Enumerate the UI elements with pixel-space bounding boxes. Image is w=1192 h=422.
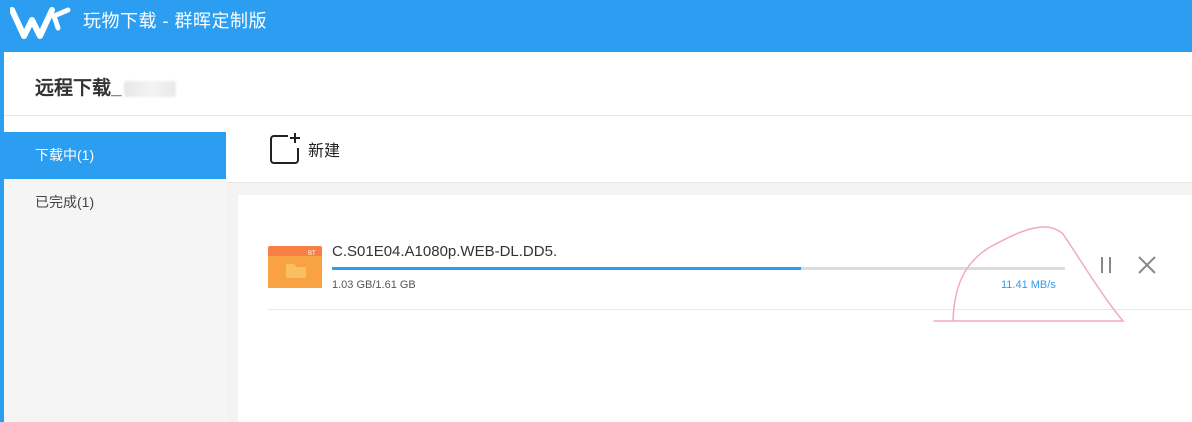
sidebar-item-completed[interactable]: 已完成(1) bbox=[4, 179, 226, 226]
sidebar-item-downloading[interactable]: 下载中(1) bbox=[4, 132, 226, 179]
download-progress-bar bbox=[332, 267, 1065, 270]
svg-text:BT: BT bbox=[308, 251, 316, 257]
download-row[interactable]: BT C.S01E04.A1080p.WEB-DL.DD5. 1.03 GB/1… bbox=[268, 237, 1192, 310]
download-file-name: C.S01E04.A1080p.WEB-DL.DD5. bbox=[332, 243, 558, 260]
title-bar: 玩物下载 - 群晖定制版 bbox=[0, 0, 1192, 52]
new-task-button[interactable]: 新建 bbox=[268, 132, 340, 166]
download-list-panel: BT C.S01E04.A1080p.WEB-DL.DD5. 1.03 GB/1… bbox=[238, 195, 1192, 422]
close-icon[interactable] bbox=[1135, 253, 1159, 277]
page-title-text: 远程下载_ bbox=[35, 78, 122, 99]
page-header: 远程下载_ bbox=[4, 52, 1192, 116]
new-task-label: 新建 bbox=[308, 143, 341, 160]
redacted-device-name bbox=[123, 80, 176, 97]
download-size: 1.03 GB/1.61 GB bbox=[332, 279, 416, 291]
pause-icon[interactable] bbox=[1094, 253, 1118, 277]
page-title: 远程下载_ bbox=[35, 73, 176, 100]
sidebar: 下载中(1) 已完成(1) bbox=[4, 132, 226, 422]
bt-folder-icon: BT bbox=[268, 246, 322, 288]
download-speed: 11.41 MB/s bbox=[1001, 279, 1056, 291]
app-title: 玩物下载 - 群晖定制版 bbox=[83, 11, 267, 31]
new-task-icon bbox=[270, 133, 300, 164]
toolbar: 新建 bbox=[226, 116, 1192, 183]
download-progress-fill bbox=[332, 267, 802, 270]
app-logo bbox=[10, 7, 71, 39]
